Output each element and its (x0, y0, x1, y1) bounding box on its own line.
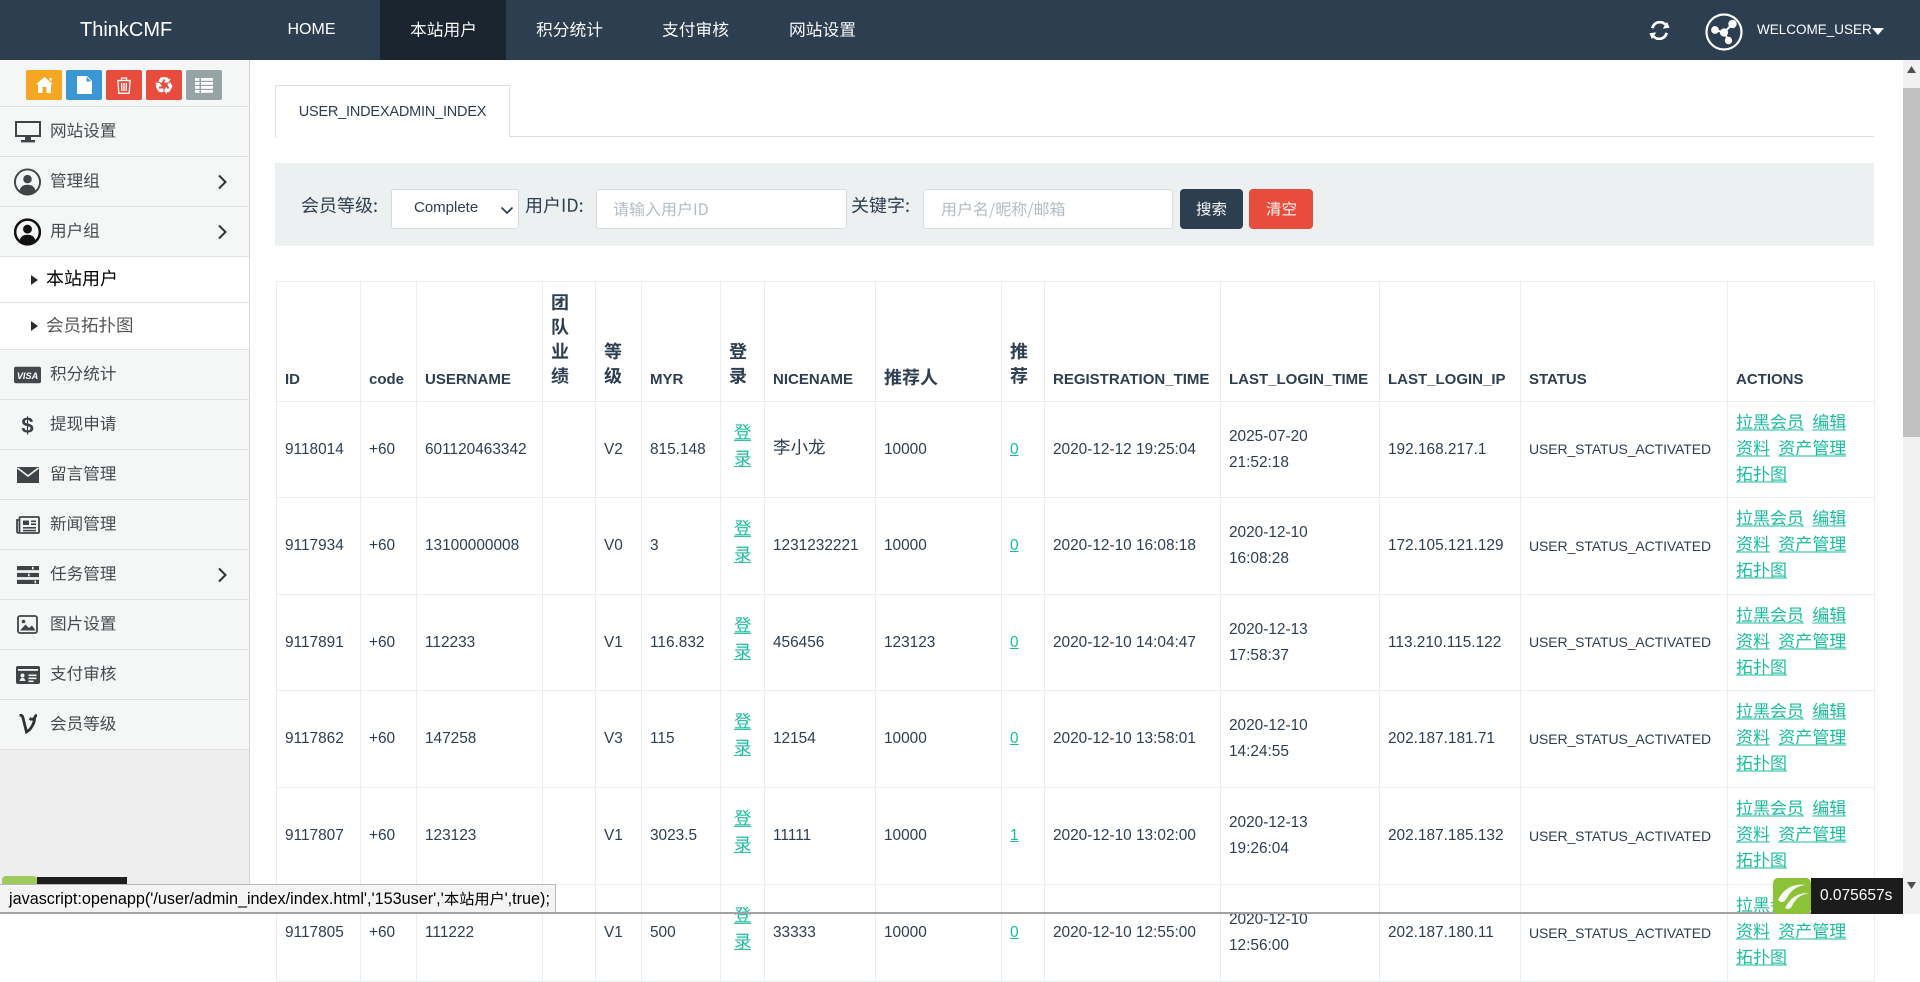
svg-text:VISA: VISA (17, 370, 38, 380)
svg-text:$: $ (21, 413, 33, 437)
